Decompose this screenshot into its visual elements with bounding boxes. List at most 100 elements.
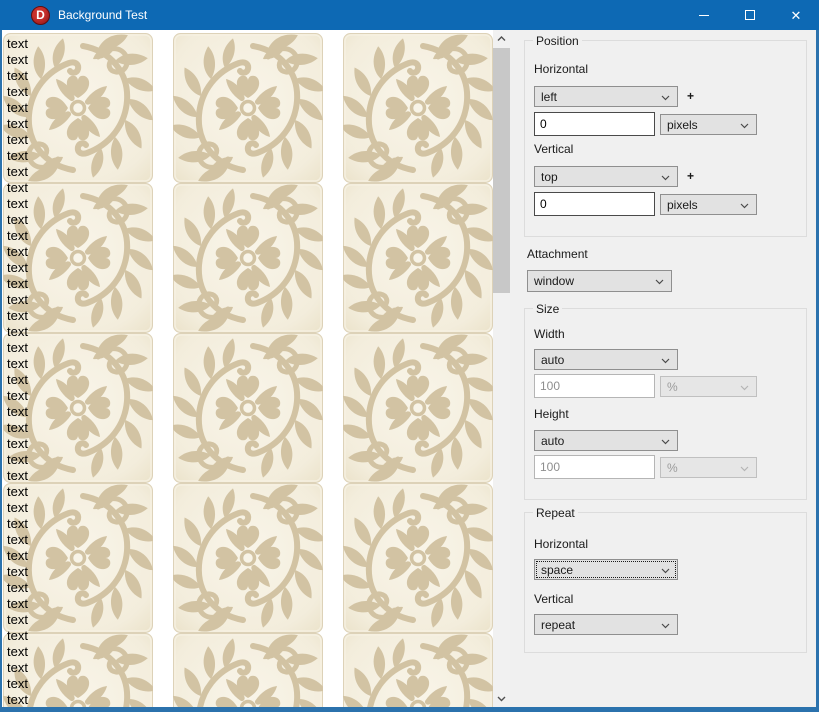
- text-lines: texttexttexttexttexttexttexttexttexttext…: [7, 36, 28, 707]
- plus-sign: +: [687, 169, 694, 183]
- text-line: text: [7, 580, 28, 596]
- text-line: text: [7, 52, 28, 68]
- text-line: text: [7, 100, 28, 116]
- text-line: text: [7, 420, 28, 436]
- text-line: text: [7, 532, 28, 548]
- text-line: text: [7, 308, 28, 324]
- size-group-label: Size: [533, 302, 562, 316]
- vertical-unit-value: pixels: [667, 198, 698, 212]
- repeat-group-label: Repeat: [533, 506, 578, 520]
- position-group-label: Position: [533, 34, 582, 48]
- chevron-down-icon: [661, 623, 670, 629]
- window-title: Background Test: [58, 8, 147, 22]
- window-controls: ✕: [681, 0, 819, 30]
- text-line: text: [7, 484, 28, 500]
- text-line: text: [7, 228, 28, 244]
- close-button[interactable]: ✕: [773, 0, 819, 30]
- width-label: Width: [534, 327, 565, 341]
- text-line: text: [7, 452, 28, 468]
- height-unit-value: %: [667, 461, 678, 475]
- tile-column: [173, 33, 323, 707]
- text-line: text: [7, 292, 28, 308]
- attachment-value: window: [534, 274, 574, 288]
- width-unit-value: %: [667, 380, 678, 394]
- horizontal-offset-input[interactable]: [534, 112, 655, 136]
- vertical-position-select[interactable]: top: [534, 166, 678, 187]
- scroll-up-icon: [497, 36, 506, 42]
- text-line: text: [7, 196, 28, 212]
- close-icon: ✕: [791, 9, 802, 22]
- maximize-button[interactable]: [727, 0, 773, 30]
- settings-panel: Position Horizontal left + pixels Vertic…: [510, 30, 816, 707]
- plus-sign: +: [687, 89, 694, 103]
- text-line: text: [7, 564, 28, 580]
- text-line: text: [7, 644, 28, 660]
- text-line: text: [7, 324, 28, 340]
- text-line: text: [7, 468, 28, 484]
- width-unit-select: %: [660, 376, 757, 397]
- text-line: text: [7, 692, 28, 707]
- width-select[interactable]: auto: [534, 349, 678, 370]
- repeat-vertical-value: repeat: [541, 618, 575, 632]
- height-unit-select: %: [660, 457, 757, 478]
- maximize-icon: [745, 10, 755, 20]
- text-line: text: [7, 356, 28, 372]
- text-line: text: [7, 260, 28, 276]
- height-select[interactable]: auto: [534, 430, 678, 451]
- text-line: text: [7, 164, 28, 180]
- repeat-vertical-select[interactable]: repeat: [534, 614, 678, 635]
- minimize-button[interactable]: [681, 0, 727, 30]
- text-line: text: [7, 132, 28, 148]
- text-line: text: [7, 404, 28, 420]
- attachment-select[interactable]: window: [527, 270, 672, 292]
- text-line: text: [7, 660, 28, 676]
- attachment-label: Attachment: [527, 247, 588, 261]
- chevron-down-icon: [661, 95, 670, 101]
- height-label: Height: [534, 407, 569, 421]
- text-line: text: [7, 276, 28, 292]
- preview-area: texttexttexttexttexttexttexttexttexttext…: [2, 30, 493, 707]
- text-line: text: [7, 388, 28, 404]
- scroll-down-button[interactable]: [493, 690, 510, 707]
- text-line: text: [7, 340, 28, 356]
- tile-column: [343, 33, 493, 707]
- vertical-scrollbar[interactable]: [493, 30, 510, 707]
- repeat-horizontal-select[interactable]: space: [534, 559, 678, 580]
- scrollbar-thumb[interactable]: [493, 48, 510, 293]
- scroll-up-button[interactable]: [493, 30, 510, 47]
- titlebar: D Background Test ✕: [0, 0, 819, 30]
- horizontal-position-value: left: [541, 90, 557, 104]
- vertical-position-label: Vertical: [534, 142, 573, 156]
- vertical-unit-select[interactable]: pixels: [660, 194, 757, 215]
- text-line: text: [7, 628, 28, 644]
- text-line: text: [7, 244, 28, 260]
- chevron-down-icon: [661, 175, 670, 181]
- scroll-down-icon: [497, 696, 506, 702]
- vertical-position-value: top: [541, 170, 558, 184]
- repeat-horizontal-label: Horizontal: [534, 537, 588, 551]
- text-line: text: [7, 372, 28, 388]
- text-line: text: [7, 596, 28, 612]
- horizontal-unit-select[interactable]: pixels: [660, 114, 757, 135]
- chevron-down-icon: [655, 279, 664, 285]
- height-value: auto: [541, 434, 564, 448]
- text-line: text: [7, 436, 28, 452]
- chevron-down-icon: [661, 439, 670, 445]
- horizontal-position-select[interactable]: left: [534, 86, 678, 107]
- vertical-offset-input[interactable]: [534, 192, 655, 216]
- text-line: text: [7, 68, 28, 84]
- text-line: text: [7, 516, 28, 532]
- text-line: text: [7, 676, 28, 692]
- text-line: text: [7, 500, 28, 516]
- text-line: text: [7, 548, 28, 564]
- text-line: text: [7, 180, 28, 196]
- app-logo-letter: D: [36, 8, 45, 22]
- horizontal-unit-value: pixels: [667, 118, 698, 132]
- text-line: text: [7, 36, 28, 52]
- chevron-down-icon: [740, 466, 749, 472]
- text-line: text: [7, 84, 28, 100]
- window-border-bottom: [0, 707, 819, 712]
- chevron-down-icon: [740, 203, 749, 209]
- width-value: auto: [541, 353, 564, 367]
- app-logo-icon: D: [31, 6, 50, 25]
